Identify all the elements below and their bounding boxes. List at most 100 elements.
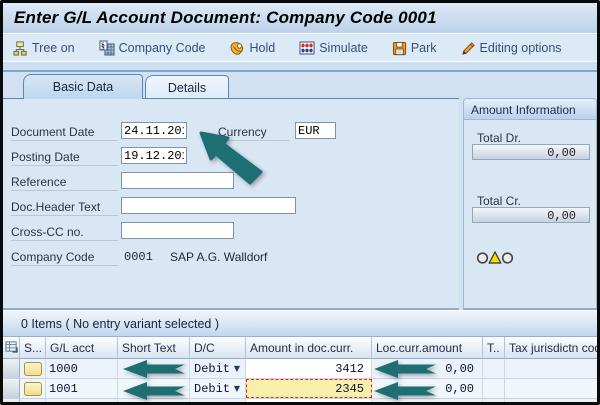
status-circle-right: [503, 253, 513, 263]
doc-header-text-label: Doc.Header Text: [11, 200, 118, 216]
amount-cell[interactable]: 3412: [246, 359, 372, 378]
editing-options-label: Editing options: [480, 41, 562, 55]
table-select-icon: [5, 340, 18, 353]
company-code-icon: §: [99, 40, 115, 56]
loc-amount-cell[interactable]: 0,00: [372, 379, 483, 398]
row-selector[interactable]: [3, 359, 20, 378]
column-header-short-text[interactable]: Short Text: [118, 337, 190, 359]
hold-label: Hold: [249, 41, 275, 55]
tree-icon: [13, 41, 28, 56]
balance-status-indicator: [476, 251, 514, 270]
status-circle-left: [478, 253, 488, 263]
status-box-icon: [24, 362, 42, 376]
items-bar: 0 Items ( No entry variant selected ): [3, 310, 597, 337]
doc-header-text-input[interactable]: [121, 197, 296, 214]
company-code-label: Company Code: [119, 41, 206, 55]
table-row: 1000 Debit▼ 3412 0,00: [3, 359, 597, 379]
amount-cell-focused[interactable]: 2345: [246, 379, 372, 398]
page-title: Enter G/L Account Document: Company Code…: [3, 3, 597, 28]
sap-window: Enter G/L Account Document: Company Code…: [0, 0, 600, 405]
reference-label: Reference: [11, 175, 118, 191]
column-header-loc-amount[interactable]: Loc.curr.amount: [372, 337, 483, 359]
document-date-input[interactable]: [121, 122, 187, 139]
dc-dropdown[interactable]: Debit ▼: [190, 379, 246, 398]
short-text-cell[interactable]: [118, 379, 190, 398]
basic-data-panel: Document Date Currency Posting Date Refe…: [3, 98, 459, 310]
column-header-tax-jurisdiction[interactable]: Tax jurisdictn cod: [505, 337, 597, 359]
tab-basic-data-label: Basic Data: [53, 80, 113, 94]
tax-jurisdiction-cell[interactable]: [505, 399, 597, 402]
gl-acct-cell[interactable]: [46, 399, 118, 402]
company-name: SAP A.G. Walldorf: [170, 250, 267, 264]
park-icon: [392, 41, 407, 56]
simulate-label: Simulate: [319, 41, 368, 55]
column-header-amount[interactable]: Amount in doc.curr.: [246, 337, 372, 359]
total-cr-value: 0,00: [472, 207, 590, 223]
tab-basic-data[interactable]: Basic Data: [23, 74, 143, 99]
editing-options-button[interactable]: Editing options: [461, 41, 562, 56]
column-header-gl-acct[interactable]: G/L acct: [46, 337, 118, 359]
loc-amount-cell[interactable]: [372, 399, 483, 402]
application-toolbar: Tree on § Company Code Hold Simulate Par…: [3, 35, 597, 61]
tax-jurisdiction-cell[interactable]: [505, 379, 597, 398]
posting-date-label: Posting Date: [11, 150, 118, 166]
tax-cell[interactable]: [483, 379, 505, 398]
row-selector[interactable]: [3, 379, 20, 398]
chevron-down-icon: ▼: [234, 384, 240, 393]
tax-cell[interactable]: [483, 359, 505, 378]
park-button[interactable]: Park: [392, 41, 437, 56]
tax-jurisdiction-cell[interactable]: [505, 359, 597, 378]
posting-date-input[interactable]: [121, 147, 187, 164]
reference-input[interactable]: [121, 172, 234, 189]
amount-information-header: Amount Information: [464, 99, 596, 120]
dc-cell[interactable]: [190, 399, 246, 402]
row-status-cell[interactable]: [20, 379, 46, 398]
simulate-button[interactable]: Simulate: [299, 40, 368, 56]
toolbar-separator: [3, 61, 597, 72]
tree-on-label: Tree on: [32, 41, 75, 55]
simulate-icon: [299, 40, 315, 56]
currency-input[interactable]: [295, 122, 336, 139]
warning-triangle-icon: [489, 252, 501, 263]
company-code-button[interactable]: § Company Code: [99, 40, 206, 56]
cross-cc-input[interactable]: [121, 222, 234, 239]
short-text-cell[interactable]: [118, 399, 190, 402]
document-date-label: Document Date: [11, 125, 118, 141]
tab-details[interactable]: Details: [145, 75, 229, 99]
row-selector[interactable]: [3, 399, 20, 402]
dc-dropdown[interactable]: Debit▼: [190, 359, 246, 378]
hold-button[interactable]: Hold: [229, 40, 275, 56]
svg-text:§: §: [101, 42, 105, 51]
items-table: S... G/L acct Short Text D/C Amount in d…: [3, 337, 597, 402]
tab-details-label: Details: [168, 81, 206, 95]
row-status-cell[interactable]: [20, 399, 46, 402]
title-bar: Enter G/L Account Document: Company Code…: [3, 3, 597, 34]
amount-cell[interactable]: [246, 399, 372, 402]
company-code-label: Company Code: [11, 250, 118, 266]
total-dr-label: Total Dr.: [477, 131, 521, 145]
company-code-value: 0001: [124, 250, 153, 264]
loc-amount-cell[interactable]: 0,00: [372, 359, 483, 378]
column-header-tax[interactable]: T..: [483, 337, 505, 359]
total-cr-label: Total Cr.: [477, 194, 521, 208]
dc-value: Debit: [194, 382, 230, 396]
gl-acct-cell[interactable]: 1000: [46, 359, 118, 378]
gl-acct-cell[interactable]: 1001: [46, 379, 118, 398]
park-label: Park: [411, 41, 437, 55]
table-row: 1001 Debit ▼ 2345 0,00: [3, 379, 597, 399]
table-row-partial: [3, 399, 597, 402]
column-header-dc[interactable]: D/C: [190, 337, 246, 359]
tree-on-button[interactable]: Tree on: [13, 41, 75, 56]
status-box-icon: [24, 382, 42, 396]
short-text-cell[interactable]: [118, 359, 190, 378]
tax-cell[interactable]: [483, 399, 505, 402]
table-select-header[interactable]: [3, 337, 20, 359]
column-header-status[interactable]: S...: [20, 337, 46, 359]
cross-cc-label: Cross-CC no.: [11, 225, 118, 241]
table-header-row: S... G/L acct Short Text D/C Amount in d…: [3, 337, 597, 359]
status-box-icon: [24, 402, 42, 403]
total-dr-value: 0,00: [472, 144, 590, 160]
amount-information-panel: Amount Information Total Dr. 0,00 Total …: [463, 98, 597, 310]
currency-label: Currency: [218, 125, 290, 141]
row-status-cell[interactable]: [20, 359, 46, 378]
